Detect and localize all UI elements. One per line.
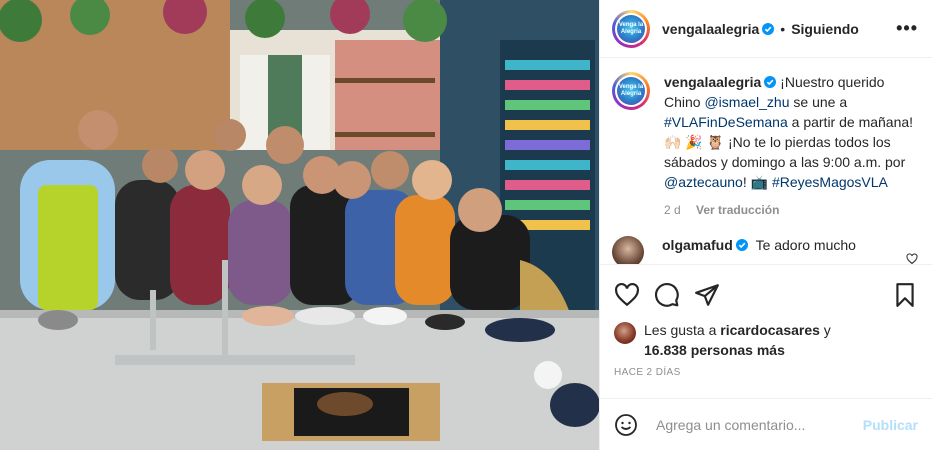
save-bookmark-icon[interactable]	[892, 282, 918, 308]
caption-avatar-logo: Venga la Alegría	[617, 77, 645, 105]
caption-text: vengalaalegria ¡Nuestro querido Chino @i…	[664, 72, 914, 220]
post-photo-illustration	[0, 0, 599, 450]
following-button[interactable]: Siguiendo	[791, 21, 859, 37]
comment-item: olgamafud Te adoro mucho	[612, 236, 918, 264]
hashtag-reyesmagosvla[interactable]: #ReyesMagosVLA	[772, 174, 888, 190]
caption-text-2: se une a	[789, 94, 848, 110]
caption: Venga la Alegría vengalaalegria ¡Nuestro…	[612, 72, 918, 220]
comment-body: olgamafud Te adoro mucho	[662, 236, 856, 254]
instagram-post: Venga la Alegría vengalaalegria • Siguie…	[0, 0, 932, 450]
caption-text-4: ! 📺	[742, 174, 772, 190]
comment-text: Te adoro mucho	[755, 237, 856, 253]
action-bar	[600, 264, 932, 324]
caption-age[interactable]: 2 d	[664, 203, 681, 217]
account-username[interactable]: vengalaalegria	[662, 21, 759, 37]
mention-aztecauno[interactable]: @aztecauno	[664, 174, 743, 190]
more-options-icon[interactable]: •••	[896, 18, 918, 39]
mention-ismael-zhu[interactable]: @ismael_zhu	[704, 94, 789, 110]
separator-dot: •	[780, 20, 786, 37]
likes-mid: y	[819, 322, 831, 338]
comment-input[interactable]	[654, 415, 863, 434]
likes-prefix: Les gusta a	[644, 322, 721, 338]
liker-avatar[interactable]	[614, 322, 636, 344]
comment-bubble-icon[interactable]	[654, 282, 680, 308]
emoji-picker-icon[interactable]	[614, 413, 638, 437]
hashtag-vlafindesemana[interactable]: #VLAFinDeSemana	[664, 114, 788, 130]
caption-meta: 2 d Ver traducción	[664, 200, 914, 220]
likes-count[interactable]: 16.838 personas más	[644, 342, 785, 358]
post-header: Venga la Alegría vengalaalegria • Siguie…	[600, 0, 932, 58]
comments-area: Venga la Alegría vengalaalegria ¡Nuestro…	[600, 58, 932, 264]
share-send-icon[interactable]	[694, 282, 720, 308]
commenter-verified-icon	[735, 239, 748, 251]
publish-button[interactable]: Publicar	[863, 417, 918, 433]
comment-composer: Publicar	[600, 398, 932, 450]
caption-username[interactable]: vengalaalegria	[664, 74, 761, 90]
liker-username[interactable]: ricardocasares	[720, 322, 820, 338]
post-photo[interactable]	[0, 0, 599, 450]
verified-badge-icon	[762, 22, 775, 35]
post-timestamp[interactable]: HACE 2 DÍAS	[614, 367, 681, 378]
account-avatar[interactable]: Venga la Alegría	[612, 9, 650, 48]
see-translation-button[interactable]: Ver traducción	[696, 203, 779, 217]
likes-summary: Les gusta a ricardocasares y 16.838 pers…	[614, 320, 918, 360]
like-heart-icon[interactable]	[614, 282, 640, 308]
post-side-panel: Venga la Alegría vengalaalegria • Siguie…	[599, 0, 932, 450]
caption-verified-icon	[764, 76, 777, 88]
likes-text: Les gusta a ricardocasares y 16.838 pers…	[644, 320, 831, 360]
avatar-logo: Venga la Alegría	[617, 14, 645, 43]
caption-avatar[interactable]: Venga la Alegría	[612, 72, 650, 110]
commenter-username[interactable]: olgamafud	[662, 237, 733, 253]
commenter-avatar[interactable]	[612, 236, 644, 264]
